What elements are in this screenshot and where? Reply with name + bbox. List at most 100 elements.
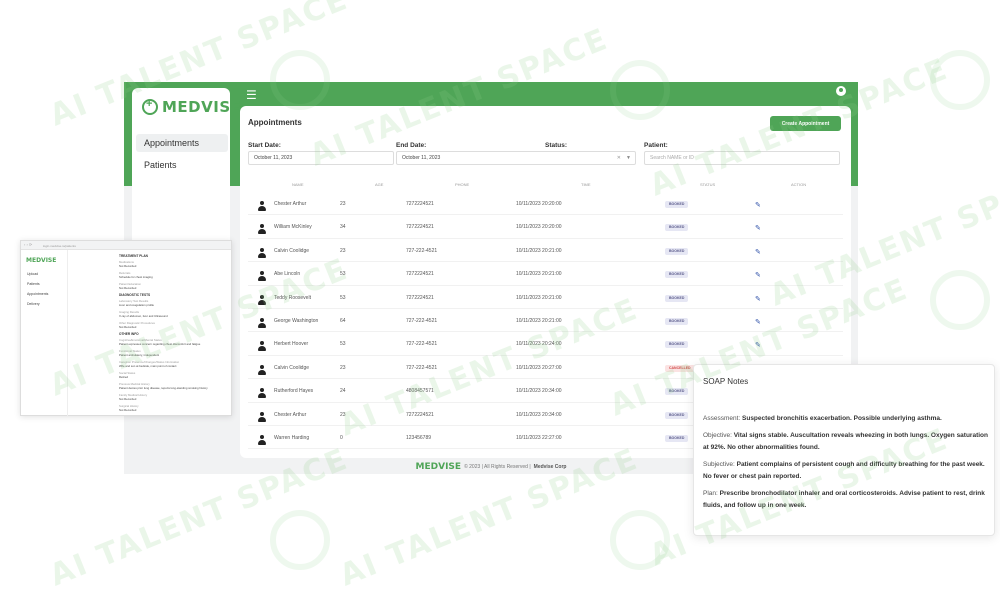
patient-search-input[interactable]: Search NAME or ID [644, 151, 840, 165]
person-icon [258, 247, 266, 259]
patient-age: 53 [340, 294, 346, 301]
patient-phone: 727-222-4521 [406, 317, 438, 324]
patient-phone: 7272224521 [406, 224, 434, 231]
patient-age: 23 [340, 201, 346, 207]
mini-field-value: X-ray of abdomen, liver and Ultrasound [119, 314, 168, 318]
mini-field-value: Patient expresses concern regarding ches… [119, 342, 201, 346]
edit-icon[interactable]: ✎ [755, 224, 761, 232]
person-icon [258, 341, 266, 352]
edit-icon[interactable]: ✎ [755, 248, 761, 256]
patient-phone: 123456789 [406, 434, 432, 441]
mini-sidebar: MEDVISE Upload Patients Appointments Delive… [21, 250, 68, 417]
status-badge: BOOKED [665, 294, 689, 302]
medvise-logo-icon [142, 98, 158, 115]
appointment-time: 10/11/2023 20:21:00 [516, 247, 562, 254]
patient-name[interactable]: Calvin Coolidge [274, 248, 309, 254]
soap-item: Objective: Vital signs stable. Auscultat… [703, 430, 988, 455]
edit-icon[interactable]: ✎ [755, 201, 761, 209]
patient-name[interactable]: Calvin Coolidge [274, 365, 309, 371]
soap-value: Vital signs stable. Auscultation reveals… [703, 431, 988, 452]
patient-name[interactable]: Warren Harding [274, 435, 309, 441]
edit-icon[interactable]: ✎ [755, 341, 761, 349]
person-icon [258, 317, 266, 329]
mini-field-value: Not Recorded [119, 286, 137, 290]
mini-nav: Upload Patients Appointments Delivery [27, 272, 48, 312]
table-row[interactable]: William McKinley 34 7272224521 10/11/2023 2… [248, 215, 843, 239]
mini-field-value: Not Recorded [119, 397, 137, 401]
table-row[interactable]: Abe Lincoln 53 7272224521 10/11/2023 20:21:… [248, 262, 843, 286]
appointment-time: 10/11/2023 20:27:00 [516, 364, 562, 371]
mini-nav-item[interactable]: Patients [27, 282, 48, 286]
status-badge: CANCELLED [665, 364, 695, 372]
appointment-time: 10/11/2023 20:24:00 [516, 341, 562, 348]
chevron-down-icon[interactable]: ▼ [626, 155, 631, 161]
patient-name[interactable]: Herbert Hoover [274, 341, 308, 347]
col-status: STATUS [700, 182, 716, 187]
patient-age: 53 [340, 341, 346, 348]
table-row[interactable]: George Washington 64 727-222-4521 10/11/202… [248, 309, 843, 333]
soap-item: Subjective: Patient complains of persist… [703, 459, 988, 484]
mini-nav-item[interactable]: Appointments [27, 292, 48, 296]
create-appointment-button[interactable]: Create Appointment [770, 116, 841, 131]
brand-name: MEDVISE [162, 98, 242, 116]
mini-field-value: Liver and coagulation profile [119, 303, 154, 307]
person-icon [258, 388, 266, 399]
soap-key: Objective: [703, 431, 734, 439]
end-date-label: End Date: [396, 142, 427, 149]
patient-age: 53 [340, 271, 346, 278]
soap-title: SOAP Notes [703, 377, 749, 386]
menu-icon[interactable]: ☰ [246, 88, 257, 102]
patient-name[interactable]: Teddy Roosevelt [274, 295, 311, 301]
sidebar-nav: Appointments Patients [136, 134, 228, 178]
browser-address-bar[interactable]: login.medvise.io/patients [21, 241, 231, 250]
patient-name[interactable]: Chester Arthur [274, 201, 306, 207]
patient-age: 23 [340, 364, 346, 371]
status-badge: BOOKED [665, 434, 689, 442]
patient-name[interactable]: Chester Arthur [274, 412, 306, 418]
status-badge: BOOKED [665, 317, 689, 325]
person-icon [258, 364, 266, 376]
soap-value: Prescribe bronchodilator inhaler and ora… [703, 489, 985, 510]
patient-name[interactable]: Rutherford Hayes [274, 388, 313, 394]
table-row[interactable]: Chester Arthur 23 7272224521 10/11/2023 20:… [248, 192, 843, 216]
person-icon [258, 224, 266, 235]
person-icon [258, 201, 266, 212]
edit-icon[interactable]: ✎ [755, 318, 761, 326]
mini-section-title: TREATMENT PLAN [119, 254, 148, 258]
appointment-time: 10/11/2023 20:21:00 [516, 317, 562, 324]
mini-field-value: Patient denies prior lung disease, repor… [119, 386, 208, 390]
footer-company: Medvise Corp [533, 464, 567, 470]
patient-age: 64 [340, 317, 346, 324]
col-name: NAME [292, 182, 304, 187]
patient-age: 0 [340, 434, 343, 441]
mini-nav-item[interactable]: Delivery [27, 302, 48, 306]
appointment-time: 10/11/2023 20:34:00 [516, 411, 562, 418]
patient-name[interactable]: William McKinley [274, 224, 312, 230]
mini-section-title: DIAGNOSTIC TESTS [119, 293, 151, 297]
start-date-input[interactable]: October 11, 2023 [248, 151, 394, 165]
table-row[interactable]: Calvin Coolidge 23 727-222-4521 10/11/2023 … [248, 239, 843, 263]
soap-value: Suspected bronchitis exacerbation. Possi… [742, 415, 942, 422]
user-account-icon[interactable] [836, 86, 846, 96]
patient-phone: 7272224521 [406, 294, 434, 301]
patient-name[interactable]: George Washington [274, 318, 318, 324]
watermark-logo-icon [270, 510, 330, 570]
sidebar-item-patients[interactable]: Patients [136, 156, 228, 174]
edit-icon[interactable]: ✎ [755, 295, 761, 303]
person-icon [258, 434, 266, 446]
sidebar-item-appointments[interactable]: Appointments [136, 134, 228, 152]
watermark-logo-icon [930, 270, 990, 330]
mini-field-value: Not Recorded [119, 408, 137, 412]
mini-detail-content: TREATMENT PLAN Medications Not Recorded Ref… [119, 253, 229, 415]
patient-phone: 4808457571 [406, 388, 434, 395]
soap-value: Patient complains of persistent cough an… [703, 460, 985, 481]
table-row[interactable]: Herbert Hoover 53 727-222-4521 10/11/2023 2… [248, 332, 843, 356]
patient-name[interactable]: Abe Lincoln [274, 271, 300, 277]
soap-key: Subjective: [703, 460, 737, 468]
edit-icon[interactable]: ✎ [755, 271, 761, 279]
mini-nav-item[interactable]: Upload [27, 272, 48, 276]
table-row[interactable]: Teddy Roosevelt 53 7272224521 10/11/2023 20… [248, 286, 843, 309]
person-icon [258, 294, 266, 306]
end-date-input[interactable]: October 11, 2023 ✕ ▼ [396, 151, 636, 165]
clear-icon[interactable]: ✕ [617, 155, 621, 161]
